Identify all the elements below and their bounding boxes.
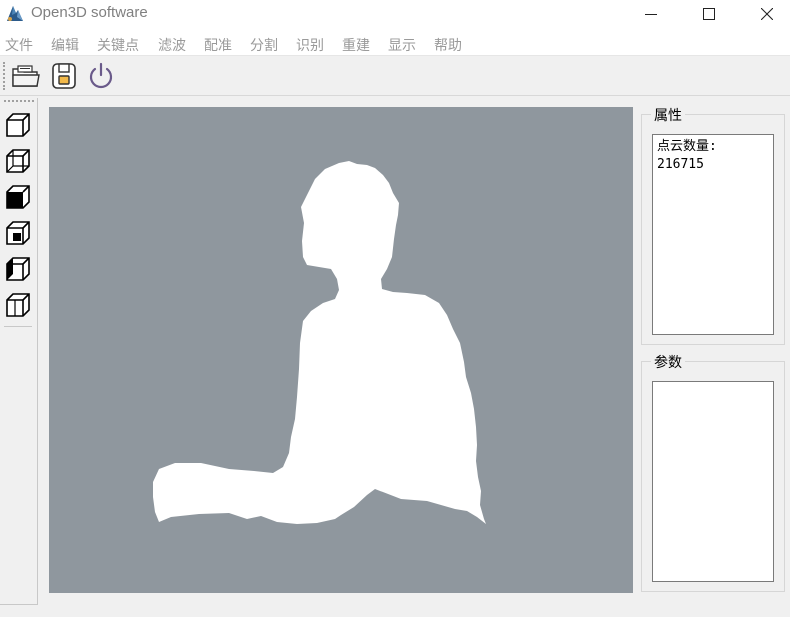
menu-segmentation[interactable]: 分割 [250,35,278,55]
menu-bar: 文件 编辑 关键点 滤波 配准 分割 识别 重建 显示 帮助 [0,30,790,56]
view-toolbar-separator [4,326,32,327]
params-panel[interactable] [652,381,774,582]
view-toolbar-grip[interactable] [4,100,34,102]
view-cube-bottom-icon [6,293,30,317]
close-icon [761,8,773,20]
view-cube-top-icon [6,257,30,281]
view-toolbar [0,98,38,605]
menu-filter[interactable]: 滤波 [158,35,186,55]
menu-registration[interactable]: 配准 [204,35,232,55]
exit-button[interactable] [85,60,117,92]
app-logo-icon [7,6,23,21]
menu-file[interactable]: 文件 [5,35,33,55]
view-top-button[interactable] [3,254,33,284]
view-cube-left-icon [6,185,30,209]
point-count-value: 216715 [657,157,704,172]
params-title: 参数 [651,352,685,372]
menu-display[interactable]: 显示 [388,35,416,55]
properties-panel[interactable]: 点云数量: 216715 [652,134,774,335]
view-back-button[interactable] [3,146,33,176]
view-right-button[interactable] [3,218,33,248]
point-cloud-silhouette [153,161,486,524]
open-button[interactable] [10,60,42,92]
properties-text: 点云数量: 216715 [653,135,773,177]
properties-group: 属性 点云数量: 216715 [641,105,785,345]
maximize-button[interactable] [680,0,738,28]
save-button[interactable] [48,60,80,92]
view-left-button[interactable] [3,182,33,212]
menu-reconstruction[interactable]: 重建 [342,35,370,55]
main-toolbar [0,56,790,96]
view-cube-back-icon [6,149,30,173]
menu-recognition[interactable]: 识别 [296,35,324,55]
view-cube-front-icon [6,113,30,137]
properties-title: 属性 [651,105,685,125]
menu-help[interactable]: 帮助 [434,35,462,55]
menu-edit[interactable]: 编辑 [51,35,79,55]
params-group: 参数 [641,352,785,592]
view-cube-right-icon [6,221,30,245]
toolbar-grip[interactable] [3,62,6,90]
minimize-button[interactable] [622,0,680,28]
power-icon [89,62,113,89]
main-window: Open3D software 文件 编辑 关键点 滤波 配准 分割 识别 重建… [0,0,790,617]
close-button[interactable] [738,0,790,28]
maximize-icon [703,8,715,20]
3d-viewport[interactable] [49,107,633,593]
minimize-icon [645,14,657,15]
view-front-button[interactable] [3,110,33,140]
window-title: Open3D software [31,4,148,21]
menu-keypoints[interactable]: 关键点 [97,35,139,55]
save-icon [52,63,76,89]
open-folder-icon [12,65,40,87]
point-count-label: 点云数量: [657,139,717,154]
title-bar: Open3D software [0,0,790,30]
view-bottom-button[interactable] [3,290,33,320]
